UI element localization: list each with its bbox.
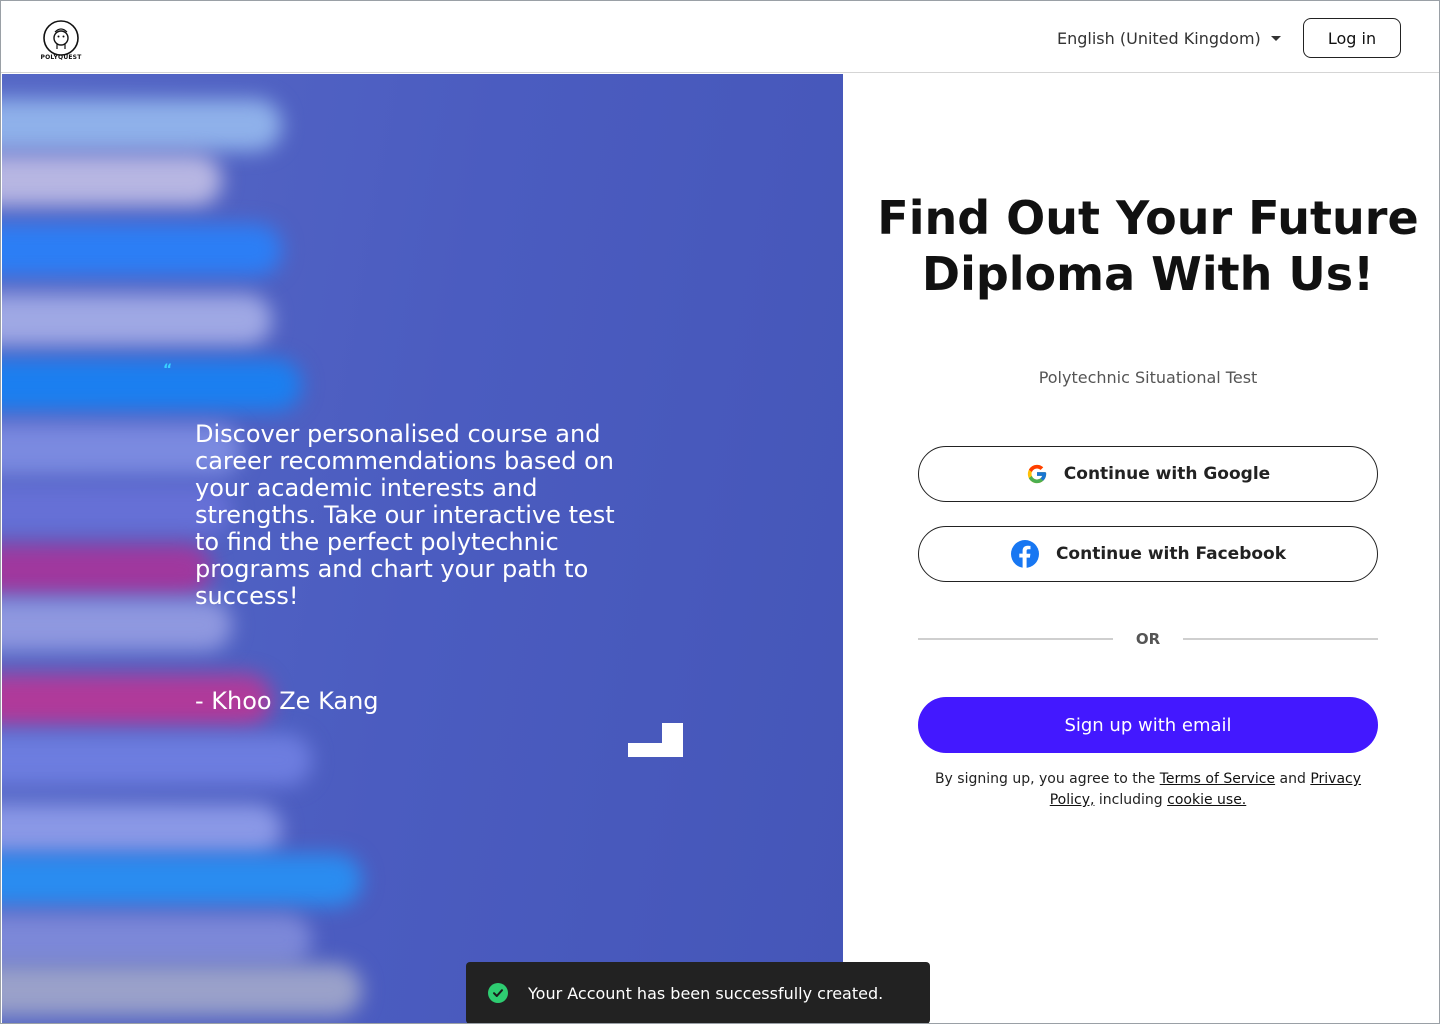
login-button[interactable]: Log in bbox=[1303, 18, 1401, 58]
terms-prefix: By signing up, you agree to the bbox=[934, 771, 1160, 787]
book-decoration bbox=[2, 359, 302, 411]
book-decoration bbox=[2, 914, 312, 966]
facebook-signup-button[interactable]: Continue with Facebook bbox=[918, 526, 1378, 582]
quote-author: - Khoo Ze Kang bbox=[195, 687, 379, 715]
book-decoration bbox=[2, 964, 362, 1016]
terms-including: including bbox=[1094, 792, 1168, 808]
google-button-label: Continue with Google bbox=[1063, 464, 1271, 484]
divider-line bbox=[1183, 638, 1378, 640]
signup-panel: Find Out Your Future Diploma With Us! Po… bbox=[843, 74, 1439, 1023]
toast-message: Your Account has been successfully creat… bbox=[528, 983, 884, 1003]
google-icon bbox=[1027, 464, 1046, 484]
book-decoration bbox=[2, 854, 362, 906]
language-label: English (United Kingdom) bbox=[1057, 28, 1261, 48]
terms-of-service-link[interactable]: Terms of Service bbox=[1160, 771, 1275, 787]
top-header: POLYQUEST English (United Kingdom) Log i… bbox=[1, 1, 1439, 73]
google-signup-button[interactable]: Continue with Google bbox=[918, 446, 1378, 502]
facebook-button-label: Continue with Facebook bbox=[1055, 544, 1287, 564]
page-frame: POLYQUEST English (United Kingdom) Log i… bbox=[0, 0, 1440, 1024]
caret-down-icon bbox=[1270, 35, 1281, 41]
facebook-icon bbox=[1010, 540, 1039, 568]
book-decoration bbox=[2, 294, 272, 346]
hero-panel: “ Discover personalised course and caree… bbox=[2, 74, 843, 1023]
success-toast: Your Account has been successfully creat… bbox=[466, 962, 930, 1023]
cookie-use-link[interactable]: cookie use. bbox=[1167, 792, 1246, 808]
corner-bracket-icon bbox=[628, 723, 683, 757]
book-decoration bbox=[2, 224, 282, 276]
title-text: Find Out Your Future Diploma With Us! bbox=[877, 191, 1419, 301]
book-decoration bbox=[2, 734, 312, 786]
page-subtitle: Polytechnic Situational Test bbox=[1038, 368, 1258, 387]
email-signup-button[interactable]: Sign up with email bbox=[918, 697, 1378, 753]
divider-line bbox=[918, 638, 1113, 640]
book-decoration bbox=[2, 99, 282, 151]
terms-notice: By signing up, you agree to the Terms of… bbox=[918, 769, 1378, 811]
terms-and: and bbox=[1275, 771, 1311, 787]
page-title: Find Out Your Future Diploma With Us! bbox=[843, 190, 1439, 302]
book-decoration bbox=[2, 804, 282, 856]
or-divider: OR bbox=[918, 628, 1378, 650]
book-decoration bbox=[2, 154, 222, 206]
check-circle-icon bbox=[488, 983, 508, 1003]
logo-wordmark: POLYQUEST bbox=[40, 54, 82, 61]
quote-icon: “ bbox=[163, 362, 173, 378]
book-decoration bbox=[2, 544, 212, 596]
or-label: OR bbox=[1135, 630, 1161, 648]
language-selector[interactable]: English (United Kingdom) bbox=[1057, 25, 1281, 51]
hero-quote: Discover personalised course and career … bbox=[195, 420, 615, 610]
